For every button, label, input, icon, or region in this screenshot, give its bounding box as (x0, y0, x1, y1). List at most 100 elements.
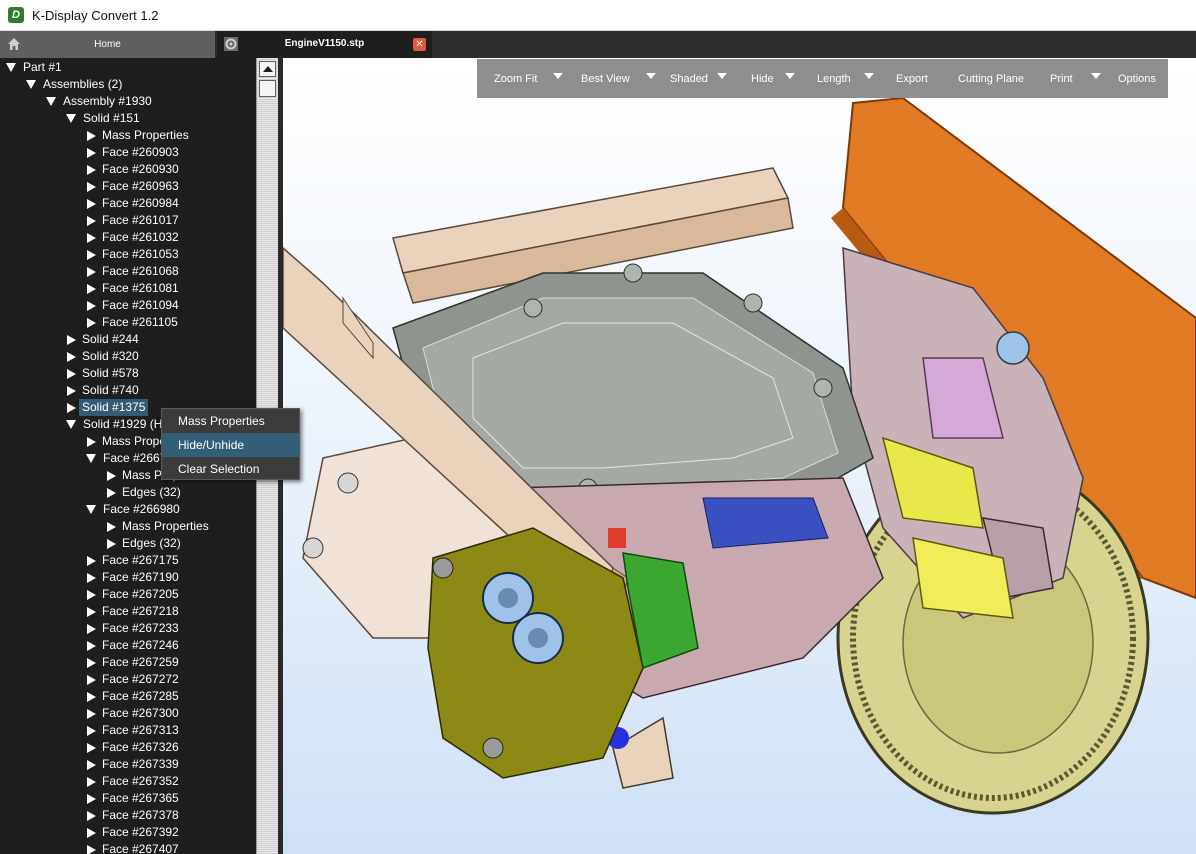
tree-item[interactable]: Face #267285 (86, 688, 179, 705)
tree-item[interactable]: Solid #1929 (H (66, 416, 162, 433)
caret-right-icon[interactable] (87, 827, 96, 838)
toolbar-button-zoom-fit[interactable]: Zoom Fit (494, 59, 563, 98)
tree-item[interactable]: Part #1 (6, 59, 62, 76)
caret-down-icon[interactable] (6, 63, 16, 72)
tree-item[interactable]: Face #260930 (86, 161, 179, 178)
caret-right-icon[interactable] (87, 776, 96, 787)
caret-down-icon[interactable] (66, 114, 76, 123)
caret-right-icon[interactable] (87, 691, 96, 702)
tree-item[interactable]: Face #267313 (86, 722, 179, 739)
caret-right-icon[interactable] (107, 470, 116, 481)
scroll-up-button[interactable] (259, 61, 276, 77)
tree-item[interactable]: Face #261105 (86, 314, 178, 331)
caret-right-icon[interactable] (67, 351, 76, 362)
tree-item[interactable]: Face #267190 (86, 569, 179, 586)
caret-right-icon[interactable] (67, 385, 76, 396)
caret-down-icon[interactable] (66, 420, 76, 429)
tree-item[interactable]: Face #261068 (86, 263, 179, 280)
caret-right-icon[interactable] (87, 725, 96, 736)
caret-right-icon[interactable] (87, 708, 96, 719)
tree-item[interactable]: Face #267175 (86, 552, 179, 569)
caret-right-icon[interactable] (87, 810, 96, 821)
context-menu-item[interactable]: Hide/Unhide (162, 433, 299, 457)
caret-right-icon[interactable] (87, 555, 96, 566)
caret-right-icon[interactable] (87, 657, 96, 668)
tree-item[interactable]: Face #267300 (86, 705, 179, 722)
toolbar-button-shaded[interactable]: Shaded (670, 59, 727, 98)
caret-down-icon[interactable] (46, 97, 56, 106)
tree-item[interactable]: Face #267326 (86, 739, 179, 756)
tree-item[interactable]: Solid #244 (66, 331, 139, 348)
caret-right-icon[interactable] (87, 742, 96, 753)
caret-right-icon[interactable] (87, 674, 96, 685)
tree-item[interactable]: Mass Properties (106, 518, 209, 535)
caret-right-icon[interactable] (107, 538, 116, 549)
tree-item[interactable]: Solid #1375 (66, 399, 149, 416)
tree-item[interactable]: Face #267259 (86, 654, 179, 671)
3d-viewport[interactable] (283, 58, 1196, 854)
tree-item[interactable]: Face #267272 (86, 671, 179, 688)
caret-right-icon[interactable] (87, 589, 96, 600)
caret-right-icon[interactable] (87, 215, 96, 226)
tree-item[interactable]: Face #267352 (86, 773, 179, 790)
tree-item[interactable]: Edges (32) (106, 535, 181, 552)
tree-item[interactable]: Edges (32) (106, 484, 181, 501)
caret-right-icon[interactable] (87, 572, 96, 583)
tree-item[interactable]: Solid #578 (66, 365, 139, 382)
tree-item[interactable]: Face #261053 (86, 246, 179, 263)
tree-item[interactable]: Face #267205 (86, 586, 179, 603)
caret-right-icon[interactable] (87, 793, 96, 804)
caret-right-icon[interactable] (87, 147, 96, 158)
caret-right-icon[interactable] (87, 640, 96, 651)
tree-item[interactable]: Face #261017 (86, 212, 179, 229)
tree-item[interactable]: Face #260984 (86, 195, 179, 212)
tab-home[interactable]: Home (0, 31, 216, 58)
caret-right-icon[interactable] (87, 436, 96, 447)
caret-right-icon[interactable] (87, 759, 96, 770)
caret-right-icon[interactable] (87, 232, 96, 243)
tree-item[interactable]: Face #267365 (86, 790, 179, 807)
toolbar-button-options[interactable]: Options (1118, 59, 1156, 98)
caret-right-icon[interactable] (87, 283, 96, 294)
scroll-thumb[interactable] (259, 80, 276, 97)
tree-item[interactable]: Face #267246 (86, 637, 179, 654)
caret-right-icon[interactable] (87, 317, 96, 328)
caret-right-icon[interactable] (87, 300, 96, 311)
caret-right-icon[interactable] (87, 249, 96, 260)
tree-item[interactable]: Face #267233 (86, 620, 179, 637)
tree-item[interactable]: Face #267218 (86, 603, 179, 620)
tree-item[interactable]: Face #2667 (86, 450, 166, 467)
caret-right-icon[interactable] (87, 130, 96, 141)
tree-item[interactable]: Face #260903 (86, 144, 179, 161)
tree-item[interactable]: Solid #740 (66, 382, 139, 399)
caret-right-icon[interactable] (87, 623, 96, 634)
toolbar-button-export[interactable]: Export (896, 59, 928, 98)
caret-right-icon[interactable] (87, 198, 96, 209)
tree-item[interactable]: Face #267407 (86, 841, 179, 854)
caret-right-icon[interactable] (87, 266, 96, 277)
tree-item[interactable]: Face #267378 (86, 807, 179, 824)
caret-right-icon[interactable] (87, 844, 96, 854)
caret-right-icon[interactable] (67, 368, 76, 379)
context-menu-item[interactable]: Clear Selection (162, 457, 299, 481)
caret-right-icon[interactable] (87, 606, 96, 617)
tree-item[interactable]: Mass Properties (86, 127, 189, 144)
tree-item[interactable]: Face #260963 (86, 178, 179, 195)
tree-item[interactable]: Face #267392 (86, 824, 179, 841)
toolbar-button-hide[interactable]: Hide (751, 59, 796, 98)
toolbar-button-cutting-plane[interactable]: Cutting Plane (958, 59, 1024, 98)
tree-item[interactable]: Assembly #1930 (46, 93, 152, 110)
tree-item[interactable]: Assemblies (2) (26, 76, 122, 93)
tree-item[interactable]: Face #261032 (86, 229, 179, 246)
toolbar-button-print[interactable]: Print (1050, 59, 1101, 98)
close-tab-button[interactable]: ✕ (413, 38, 426, 51)
tab-engine-file[interactable]: EngineV1150.stp ✕ (217, 31, 432, 58)
caret-right-icon[interactable] (67, 334, 76, 345)
caret-right-icon[interactable] (107, 487, 116, 498)
toolbar-button-length[interactable]: Length (817, 59, 874, 98)
tree-item[interactable]: Face #266980 (86, 501, 180, 518)
caret-down-icon[interactable] (86, 454, 96, 463)
tree-item[interactable]: Face #267339 (86, 756, 179, 773)
caret-right-icon[interactable] (107, 521, 116, 532)
caret-right-icon[interactable] (67, 402, 76, 413)
